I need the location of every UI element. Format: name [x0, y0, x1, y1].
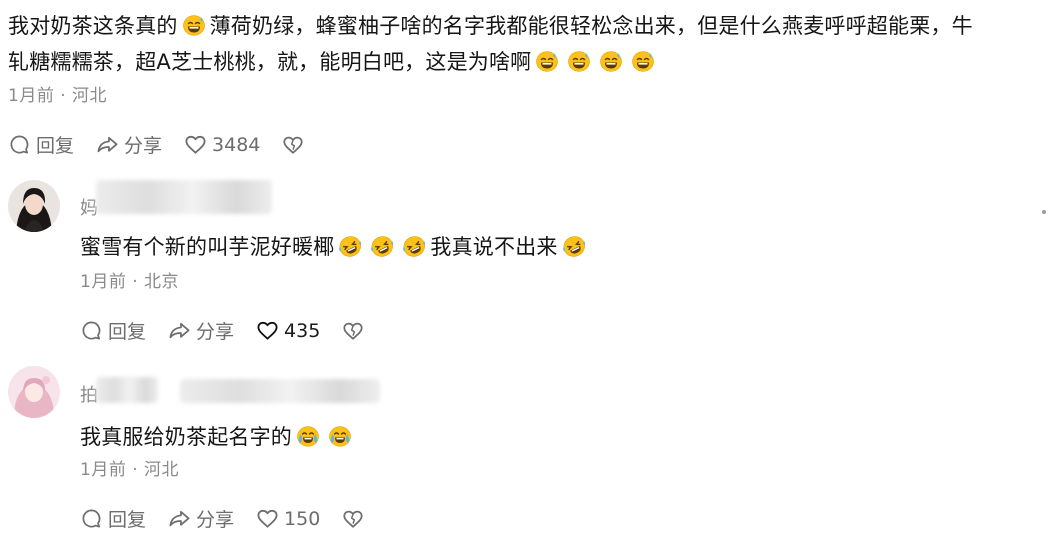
heart-icon [256, 507, 279, 530]
like-button[interactable]: 435 [256, 319, 320, 342]
like-count: 150 [284, 507, 321, 530]
reply-button[interactable]: 回复 [80, 317, 146, 344]
share-button[interactable]: 分享 [168, 505, 234, 532]
dislike-button[interactable] [282, 134, 309, 156]
share-label: 分享 [196, 321, 235, 343]
dislike-button[interactable] [342, 320, 369, 342]
rolling-laughing-emoji-icon [402, 235, 426, 257]
reply-2-actions: 回复 分享 150 [80, 505, 391, 532]
heart-icon [256, 319, 279, 342]
comment-location: 北京 [144, 272, 180, 292]
reply-label: 回复 [108, 509, 147, 531]
share-icon [168, 319, 191, 342]
share-label: 分享 [196, 509, 235, 531]
rolling-laughing-emoji-icon [562, 235, 586, 257]
username-redaction-blur [96, 377, 158, 403]
main-comment-text: 我对奶茶这条真的 薄荷奶绿，蜂蜜柚子啥的名字我都能很轻松念出来，但是什么燕麦呼呼超… [8, 8, 1044, 80]
like-count: 435 [284, 319, 321, 342]
grinning-sweat-emoji-icon [182, 14, 206, 36]
crying-laughing-emoji-icon [328, 425, 352, 447]
rolling-laughing-emoji-icon [370, 235, 394, 257]
main-comment-text-part-1: 我对奶茶这条真的 [8, 14, 178, 38]
broken-heart-icon [282, 134, 304, 156]
avatar[interactable] [8, 180, 60, 232]
meta-separator: · [132, 460, 139, 480]
share-icon [168, 507, 191, 530]
like-button[interactable]: 150 [256, 507, 320, 530]
comment-icon [80, 319, 103, 342]
main-comment-actions: 回复 分享 3484 [8, 131, 331, 158]
main-comment-meta: 1月前 · 河北 [8, 81, 107, 106]
comment-time: 1月前 [80, 460, 127, 480]
reply-label: 回复 [108, 321, 147, 343]
reply-2-text: 我真服给奶茶起名字的 [80, 421, 356, 451]
reply-1-meta: 1月前 · 北京 [80, 267, 179, 292]
username-redaction-blur [96, 180, 272, 214]
comment-location: 河北 [72, 86, 108, 106]
rolling-laughing-emoji-icon [338, 235, 362, 257]
reply-1-actions: 回复 分享 435 [80, 317, 391, 344]
reply-1-text-part-1: 蜜雪有个新的叫芋泥好暖椰 [80, 235, 335, 259]
more-options-icon[interactable] [1042, 210, 1046, 214]
share-label: 分享 [124, 135, 163, 157]
grinning-sweat-emoji-icon [599, 50, 623, 72]
comment-time: 1月前 [80, 272, 127, 292]
comment-time: 1月前 [8, 86, 55, 106]
avatar[interactable] [8, 366, 60, 418]
dislike-button[interactable] [342, 508, 369, 530]
comment-icon [8, 133, 31, 156]
reply-1-text-part-2: 我真说不出来 [430, 235, 558, 259]
comment-location: 河北 [144, 460, 180, 480]
share-button[interactable]: 分享 [96, 131, 162, 158]
share-icon [96, 133, 119, 156]
broken-heart-icon [342, 508, 364, 530]
grinning-sweat-emoji-icon [631, 50, 655, 72]
main-comment-text-part-3: 轧糖糯糯茶，超A芝士桃桃，就，能明白吧，这是为啥啊 [8, 50, 532, 74]
reply-2-text-part-1: 我真服给奶茶起名字的 [80, 425, 292, 449]
reply-button[interactable]: 回复 [8, 131, 74, 158]
reply-button[interactable]: 回复 [80, 505, 146, 532]
like-count: 3484 [212, 133, 261, 156]
share-button[interactable]: 分享 [168, 317, 234, 344]
grinning-sweat-emoji-icon [567, 50, 591, 72]
broken-heart-icon [342, 320, 364, 342]
reply-2-meta: 1月前 · 河北 [80, 455, 179, 480]
meta-separator: · [60, 86, 67, 106]
reply-1-text: 蜜雪有个新的叫芋泥好暖椰 我真说不出来 [80, 231, 590, 261]
comment-icon [80, 507, 103, 530]
meta-separator: · [132, 272, 139, 292]
username-redaction-blur [180, 379, 380, 403]
main-comment-text-part-2: 薄荷奶绿，蜂蜜柚子啥的名字我都能很轻松念出来，但是什么燕麦呼呼超能栗，牛 [209, 14, 973, 38]
like-button[interactable]: 3484 [184, 133, 260, 156]
crying-laughing-emoji-icon [296, 425, 320, 447]
heart-icon [184, 133, 207, 156]
grinning-sweat-emoji-icon [535, 50, 559, 72]
reply-label: 回复 [36, 135, 75, 157]
